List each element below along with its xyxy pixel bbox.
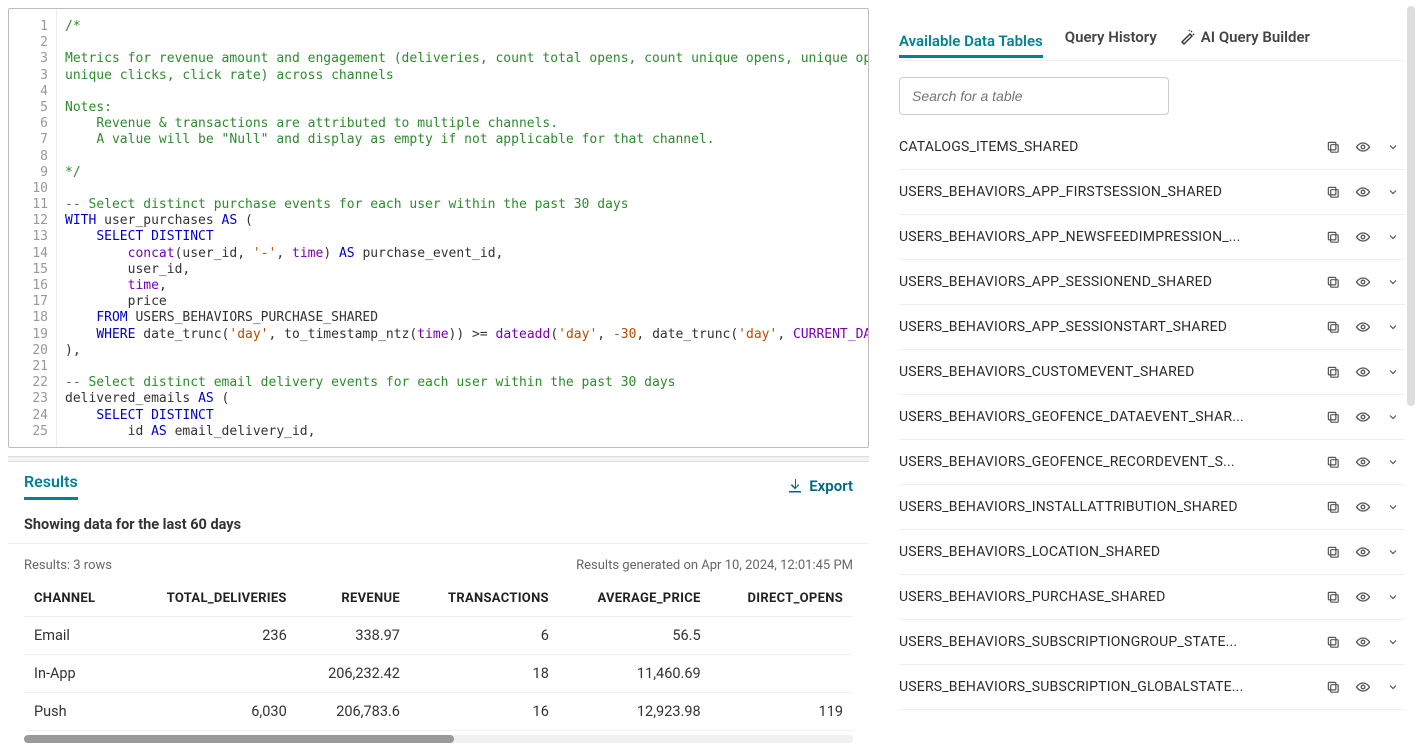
copy-icon[interactable]: [1325, 319, 1341, 335]
copy-icon[interactable]: [1325, 139, 1341, 155]
table-name-label: USERS_BEHAVIORS_APP_FIRSTSESSION_SHARED: [899, 184, 1222, 200]
editor-gutter: 1233456789101112131415161718192021222324…: [9, 9, 57, 447]
chevron-down-icon[interactable]: [1385, 454, 1401, 470]
chevron-down-icon[interactable]: [1385, 679, 1401, 695]
results-row-count: Results: 3 rows: [24, 558, 112, 573]
sql-editor[interactable]: 1233456789101112131415161718192021222324…: [8, 8, 869, 448]
copy-icon[interactable]: [1325, 274, 1341, 290]
table-name-label: USERS_BEHAVIORS_GEOFENCE_DATAEVENT_SHAR.…: [899, 409, 1244, 425]
col-transactions[interactable]: TRANSACTIONS: [410, 581, 559, 617]
table-name-label: USERS_BEHAVIORS_PURCHASE_SHARED: [899, 589, 1166, 605]
export-label: Export: [809, 477, 853, 495]
results-subheading: Showing data for the last 60 days: [8, 500, 869, 544]
results-generated-time: Results generated on Apr 10, 2024, 12:01…: [576, 558, 853, 573]
table-name-label: USERS_BEHAVIORS_APP_SESSIONSTART_SHARED: [899, 319, 1227, 335]
copy-icon[interactable]: [1325, 409, 1341, 425]
data-table-row[interactable]: USERS_BEHAVIORS_SUBSCRIPTIONGROUP_STATE.…: [899, 620, 1405, 665]
results-table-wrap[interactable]: CHANNELTOTAL_DELIVERIESREVENUETRANSACTIO…: [8, 581, 869, 731]
horizontal-scrollbar[interactable]: [24, 735, 853, 743]
table-search-input[interactable]: [899, 77, 1169, 115]
data-table-row[interactable]: USERS_BEHAVIORS_CUSTOMEVENT_SHARED: [899, 350, 1405, 395]
preview-icon[interactable]: [1355, 139, 1371, 155]
magic-wand-icon: [1179, 29, 1195, 45]
preview-icon[interactable]: [1355, 499, 1371, 515]
table-name-label: USERS_BEHAVIORS_APP_SESSIONEND_SHARED: [899, 274, 1212, 290]
table-name-label: USERS_BEHAVIORS_CUSTOMEVENT_SHARED: [899, 364, 1194, 380]
col-total_deliveries[interactable]: TOTAL_DELIVERIES: [124, 581, 297, 617]
data-table-row[interactable]: USERS_BEHAVIORS_APP_FIRSTSESSION_SHARED: [899, 170, 1405, 215]
table-name-label: USERS_BEHAVIORS_INSTALLATTRIBUTION_SHARE…: [899, 499, 1238, 515]
right-panel: Available Data Tables Query History AI Q…: [877, 0, 1417, 744]
chevron-down-icon[interactable]: [1385, 274, 1401, 290]
data-table-row[interactable]: USERS_BEHAVIORS_GEOFENCE_RECORDEVENT_S..…: [899, 440, 1405, 485]
table-name-label: USERS_BEHAVIORS_SUBSCRIPTIONGROUP_STATE.…: [899, 634, 1237, 650]
chevron-down-icon[interactable]: [1385, 409, 1401, 425]
chevron-down-icon[interactable]: [1385, 364, 1401, 380]
preview-icon[interactable]: [1355, 679, 1371, 695]
download-icon: [787, 478, 803, 494]
data-table-row[interactable]: CATALOGS_ITEMS_SHARED: [899, 125, 1405, 170]
data-table-row[interactable]: USERS_BEHAVIORS_GEOFENCE_DATAEVENT_SHAR.…: [899, 395, 1405, 440]
table-list: CATALOGS_ITEMS_SHARED USERS_BEHAVIORS_APP…: [899, 125, 1405, 710]
preview-icon[interactable]: [1355, 544, 1371, 560]
preview-icon[interactable]: [1355, 229, 1371, 245]
scrollbar-thumb[interactable]: [24, 735, 454, 743]
chevron-down-icon[interactable]: [1385, 184, 1401, 200]
preview-icon[interactable]: [1355, 364, 1371, 380]
preview-icon[interactable]: [1355, 409, 1371, 425]
copy-icon[interactable]: [1325, 544, 1341, 560]
tab-query-history[interactable]: Query History: [1065, 20, 1157, 54]
tab-ai-query-builder[interactable]: AI Query Builder: [1179, 20, 1310, 54]
copy-icon[interactable]: [1325, 454, 1341, 470]
copy-icon[interactable]: [1325, 229, 1341, 245]
copy-icon[interactable]: [1325, 499, 1341, 515]
preview-icon[interactable]: [1355, 634, 1371, 650]
chevron-down-icon[interactable]: [1385, 319, 1401, 335]
editor-code[interactable]: /* Metrics for revenue amount and engage…: [57, 9, 868, 447]
chevron-down-icon[interactable]: [1385, 634, 1401, 650]
copy-icon[interactable]: [1325, 364, 1341, 380]
chevron-down-icon[interactable]: [1385, 139, 1401, 155]
table-row[interactable]: Push6,030206,783.61612,923.98119: [24, 693, 853, 731]
chevron-down-icon[interactable]: [1385, 544, 1401, 560]
chevron-down-icon[interactable]: [1385, 499, 1401, 515]
preview-icon[interactable]: [1355, 184, 1371, 200]
results-table: CHANNELTOTAL_DELIVERIESREVENUETRANSACTIO…: [24, 581, 853, 731]
table-name-label: USERS_BEHAVIORS_APP_NEWSFEEDIMPRESSION_.…: [899, 229, 1240, 245]
table-name-label: USERS_BEHAVIORS_GEOFENCE_RECORDEVENT_S..…: [899, 454, 1235, 470]
table-name-label: USERS_BEHAVIORS_SUBSCRIPTION_GLOBALSTATE…: [899, 679, 1243, 695]
table-name-label: USERS_BEHAVIORS_LOCATION_SHARED: [899, 544, 1160, 560]
data-table-row[interactable]: USERS_BEHAVIORS_PURCHASE_SHARED: [899, 575, 1405, 620]
col-revenue[interactable]: REVENUE: [297, 581, 410, 617]
chevron-down-icon[interactable]: [1385, 589, 1401, 605]
sidebar-tabs: Available Data Tables Query History AI Q…: [899, 20, 1405, 61]
table-row[interactable]: In-App206,232.421811,460.69: [24, 655, 853, 693]
copy-icon[interactable]: [1325, 589, 1341, 605]
col-direct_opens[interactable]: DIRECT_OPENS: [711, 581, 853, 617]
preview-icon[interactable]: [1355, 274, 1371, 290]
copy-icon[interactable]: [1325, 679, 1341, 695]
data-table-row[interactable]: USERS_BEHAVIORS_INSTALLATTRIBUTION_SHARE…: [899, 485, 1405, 530]
preview-icon[interactable]: [1355, 454, 1371, 470]
data-table-row[interactable]: USERS_BEHAVIORS_APP_SESSIONEND_SHARED: [899, 260, 1405, 305]
tab-available-tables[interactable]: Available Data Tables: [899, 24, 1043, 58]
data-table-row[interactable]: USERS_BEHAVIORS_SUBSCRIPTION_GLOBALSTATE…: [899, 665, 1405, 710]
data-table-row[interactable]: USERS_BEHAVIORS_APP_NEWSFEEDIMPRESSION_.…: [899, 215, 1405, 260]
table-name-label: CATALOGS_ITEMS_SHARED: [899, 139, 1079, 155]
copy-icon[interactable]: [1325, 634, 1341, 650]
export-button[interactable]: Export: [787, 477, 853, 495]
results-tab[interactable]: Results: [24, 472, 78, 500]
preview-icon[interactable]: [1355, 319, 1371, 335]
col-average_price[interactable]: AVERAGE_PRICE: [559, 581, 711, 617]
table-row[interactable]: Email236338.97656.5: [24, 617, 853, 655]
preview-icon[interactable]: [1355, 589, 1371, 605]
copy-icon[interactable]: [1325, 184, 1341, 200]
col-channel[interactable]: CHANNEL: [24, 581, 124, 617]
data-table-row[interactable]: USERS_BEHAVIORS_LOCATION_SHARED: [899, 530, 1405, 575]
chevron-down-icon[interactable]: [1385, 229, 1401, 245]
vertical-scrollbar[interactable]: [1407, 6, 1415, 406]
data-table-row[interactable]: USERS_BEHAVIORS_APP_SESSIONSTART_SHARED: [899, 305, 1405, 350]
